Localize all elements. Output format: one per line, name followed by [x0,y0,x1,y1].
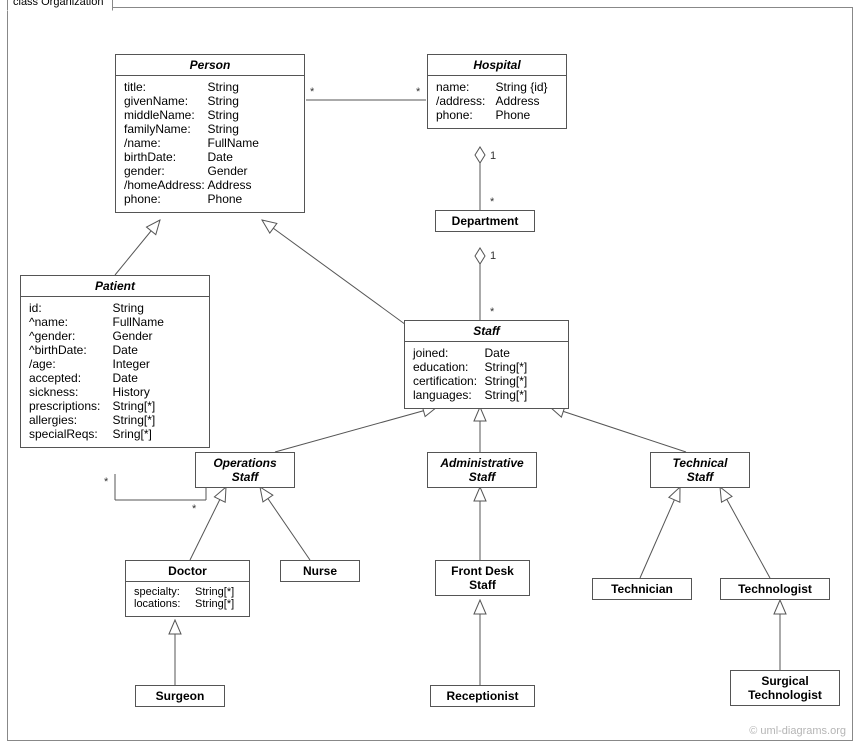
mult-dept-staff-1: 1 [490,250,496,262]
class-title: Receptionist [431,686,534,706]
class-front-desk-staff: Front Desk Staff [435,560,530,596]
class-person: Person title:StringgivenName:Stringmiddl… [115,54,305,213]
mult-person-hospital-left: * [310,86,314,98]
class-attrs: title:StringgivenName:StringmiddleName:S… [116,76,304,212]
class-title: Person [116,55,304,76]
class-title: Technician [593,579,691,599]
class-operations-staff: Operations Staff [195,452,295,488]
class-receptionist: Receptionist [430,685,535,707]
mult-hospital-dept-1: 1 [490,150,496,162]
class-surgeon: Surgeon [135,685,225,707]
class-staff: Staff joined:Dateeducation:String[*]cert… [404,320,569,409]
class-department: Department [435,210,535,232]
class-title: Staff [405,321,568,342]
class-hospital: Hospital name:String {id}/address:Addres… [427,54,567,129]
mult-hospital-dept-star: * [490,196,494,208]
class-title: Front Desk Staff [436,561,529,595]
class-patient: Patient id:String^name:FullName^gender:G… [20,275,210,448]
class-title: Surgical Technologist [731,671,839,705]
class-nurse: Nurse [280,560,360,582]
mult-patient-ops-right: * [192,503,196,515]
class-title: Surgeon [136,686,224,706]
class-technical-staff: Technical Staff [650,452,750,488]
class-technologist: Technologist [720,578,830,600]
class-title: Patient [21,276,209,297]
class-title: Technologist [721,579,829,599]
class-title: Administrative Staff [428,453,536,487]
class-attrs: specialty:String[*]locations:String[*] [126,582,249,616]
class-attrs: id:String^name:FullName^gender:Gender^bi… [21,297,209,447]
frame-title: class Organization [7,0,113,11]
class-title: Operations Staff [196,453,294,487]
mult-patient-ops-left: * [104,476,108,488]
class-title: Hospital [428,55,566,76]
class-title: Nurse [281,561,359,581]
mult-dept-staff-star: * [490,306,494,318]
class-administrative-staff: Administrative Staff [427,452,537,488]
class-technician: Technician [592,578,692,600]
mult-person-hospital-right: * [416,86,420,98]
class-title: Department [436,211,534,231]
class-surgical-technologist: Surgical Technologist [730,670,840,706]
class-title: Technical Staff [651,453,749,487]
class-attrs: name:String {id}/address:Addressphone:Ph… [428,76,566,128]
class-title: Doctor [126,561,249,582]
class-attrs: joined:Dateeducation:String[*]certificat… [405,342,568,408]
class-doctor: Doctor specialty:String[*]locations:Stri… [125,560,250,617]
